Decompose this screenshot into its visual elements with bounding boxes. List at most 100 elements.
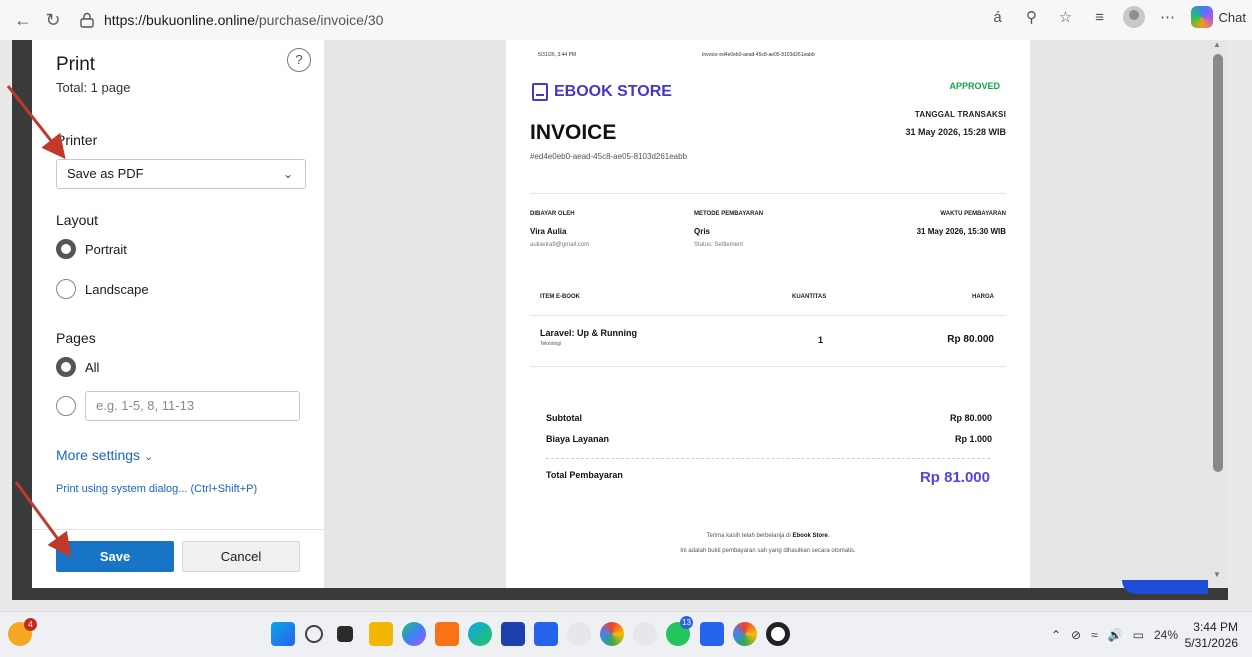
- chrome-icon[interactable]: [600, 622, 624, 646]
- payment-time-value: 31 May 2026, 15:30 WIB: [916, 227, 1006, 236]
- store-icon[interactable]: [501, 622, 525, 646]
- profile-avatar[interactable]: [1122, 6, 1145, 28]
- more-settings-link[interactable]: More settings ⌄: [56, 447, 153, 463]
- brand-name: EBOOK STORE: [554, 83, 672, 100]
- service-fee-label: Biaya Layanan: [546, 434, 610, 444]
- windows-taskbar: 4 13 ⌃ ⊘ ≈ 🔊 ▭ 24% 3:44 PM 5/31/2026: [0, 611, 1252, 657]
- system-dialog-link[interactable]: Print using system dialog... (Ctrl+Shift…: [56, 483, 257, 495]
- chrome-profile-icon[interactable]: [733, 622, 757, 646]
- clock-date: 5/31/2026: [1184, 636, 1238, 650]
- book-icon: [532, 83, 548, 101]
- footer-store-name: Ebook Store: [792, 533, 828, 539]
- save-button[interactable]: Save: [56, 541, 174, 572]
- payment-method-label: METODE PEMBAYARAN: [694, 211, 764, 217]
- file-explorer-icon[interactable]: [369, 622, 393, 646]
- pages-custom-radio[interactable]: [56, 396, 76, 416]
- chat-button[interactable]: Chat: [1190, 6, 1246, 28]
- battery-percent: 24%: [1153, 628, 1178, 642]
- toolbar-right: á ⚲ ☆ ≡ ⋯ Chat: [987, 6, 1246, 28]
- landscape-radio[interactable]: [56, 279, 76, 299]
- payment-time-label: WAKTU PEMBAYARAN: [940, 211, 1006, 217]
- invoice-title: INVOICE: [530, 121, 617, 144]
- clock[interactable]: 3:44 PM 5/31/2026: [1185, 619, 1238, 651]
- chat-label: Chat: [1218, 9, 1246, 25]
- scroll-up-icon[interactable]: ▲: [1213, 40, 1221, 49]
- edge-icon[interactable]: [468, 622, 492, 646]
- notification-badge: 4: [24, 618, 37, 631]
- invoice-page: 5/31/26, 3:44 PM Invoice ed4e0eb0-aead-4…: [506, 40, 1030, 588]
- subtotal-label: Subtotal: [546, 413, 582, 423]
- footer-thanks: Terima kasih telah berbelanja di Ebook S…: [706, 533, 830, 539]
- scroll-down-icon[interactable]: ▼: [1213, 570, 1221, 579]
- payment-status: Status: Settlement: [694, 242, 744, 248]
- footer-divider: [32, 529, 324, 530]
- total-label: Total Pembayaran: [546, 470, 623, 480]
- lock-icon: [80, 12, 94, 28]
- col-price: HARGA: [972, 294, 994, 300]
- windows-start-icon[interactable]: [271, 622, 295, 646]
- printer-label: Printer: [56, 132, 98, 148]
- read-aloud-icon[interactable]: á: [987, 6, 1009, 28]
- subtotal-value: Rp 80.000: [949, 413, 992, 423]
- preview-scrollbar[interactable]: ▲ ▼: [1208, 40, 1228, 588]
- back-icon[interactable]: ←: [10, 7, 36, 33]
- task-view-icon[interactable]: [337, 626, 353, 642]
- service-fee-value: Rp 1.000: [954, 434, 992, 444]
- footer-thanks-text: Terima kasih telah berbelanja di: [706, 533, 791, 539]
- item-quantity: 1: [818, 335, 824, 345]
- whatsapp-badge: 13: [680, 616, 693, 629]
- chevron-up-icon[interactable]: ⌃: [1051, 628, 1061, 642]
- payment-method-value: Qris: [694, 227, 711, 236]
- portrait-radio[interactable]: [56, 239, 76, 259]
- system-tray: ⌃ ⊘ ≈ 🔊 ▭ 24%: [1051, 628, 1178, 642]
- record-icon[interactable]: [766, 622, 790, 646]
- address-bar[interactable]: https://bukuonline.online/purchase/invoi…: [78, 6, 978, 34]
- help-icon[interactable]: ?: [287, 48, 311, 72]
- copilot-app-icon[interactable]: [402, 622, 426, 646]
- app-icon[interactable]: [567, 622, 591, 646]
- page-floating-button[interactable]: [1122, 580, 1208, 594]
- pages-range-input[interactable]: e.g. 1-5, 8, 11-13: [85, 391, 300, 421]
- brand-logo: EBOOK STORE: [532, 83, 672, 101]
- battery-icon[interactable]: ▭: [1133, 628, 1144, 642]
- copilot-icon: [1190, 6, 1213, 28]
- pages-all-radio[interactable]: [56, 357, 76, 377]
- paid-by-label: DIBAYAR OLEH: [530, 211, 575, 217]
- word-icon[interactable]: [700, 622, 724, 646]
- volume-icon[interactable]: 🔊: [1108, 628, 1123, 642]
- zoom-icon[interactable]: ⚲: [1021, 6, 1043, 28]
- pages-all-label[interactable]: All: [85, 360, 99, 375]
- visual-studio-icon[interactable]: [534, 622, 558, 646]
- favorite-star-icon[interactable]: ☆: [1055, 6, 1077, 28]
- col-item: ITEM E-BOOK: [540, 294, 580, 300]
- landscape-label[interactable]: Landscape: [85, 282, 149, 297]
- network-off-icon[interactable]: ⊘: [1071, 628, 1081, 642]
- item-title: Laravel: Up & Running: [540, 328, 638, 338]
- browser-toolbar: ← ↻ https://bukuonline.online/purchase/i…: [0, 0, 1252, 40]
- portrait-label[interactable]: Portrait: [85, 242, 127, 257]
- footer-note: Ini adalah bukti pembayaran sah yang dih…: [680, 548, 856, 554]
- chevron-down-icon: ⌄: [282, 167, 293, 181]
- pages-label: Pages: [56, 330, 96, 346]
- layout-label: Layout: [56, 212, 99, 228]
- app-icon-2[interactable]: [633, 622, 657, 646]
- printer-select[interactable]: Save as PDF ⌄: [56, 159, 306, 189]
- page-header-date: 5/31/26, 3:44 PM: [538, 52, 577, 58]
- refresh-icon[interactable]: ↻: [40, 7, 66, 33]
- print-total-pages: Total: 1 page: [56, 80, 131, 95]
- page-header-title: Invoice ed4e0eb0-aead-45c8-ae05-8103d261…: [702, 52, 815, 58]
- status-badge: APPROVED: [949, 81, 1000, 91]
- favorites-list-icon[interactable]: ≡: [1089, 6, 1111, 28]
- divider: [530, 193, 1006, 194]
- col-qty: KUANTITAS: [792, 294, 827, 300]
- cancel-button[interactable]: Cancel: [182, 541, 300, 572]
- url-host: https://bukuonline.online: [104, 12, 255, 28]
- transaction-date-value: 31 May 2026, 15:28 WIB: [905, 127, 1006, 137]
- scrollbar-thumb[interactable]: [1213, 54, 1223, 472]
- wifi-icon[interactable]: ≈: [1091, 628, 1098, 642]
- xampp-icon[interactable]: [435, 622, 459, 646]
- more-menu-icon[interactable]: ⋯: [1157, 6, 1179, 28]
- printer-value: Save as PDF: [67, 166, 144, 181]
- search-icon[interactable]: [305, 625, 323, 643]
- clock-time: 3:44 PM: [1193, 620, 1238, 634]
